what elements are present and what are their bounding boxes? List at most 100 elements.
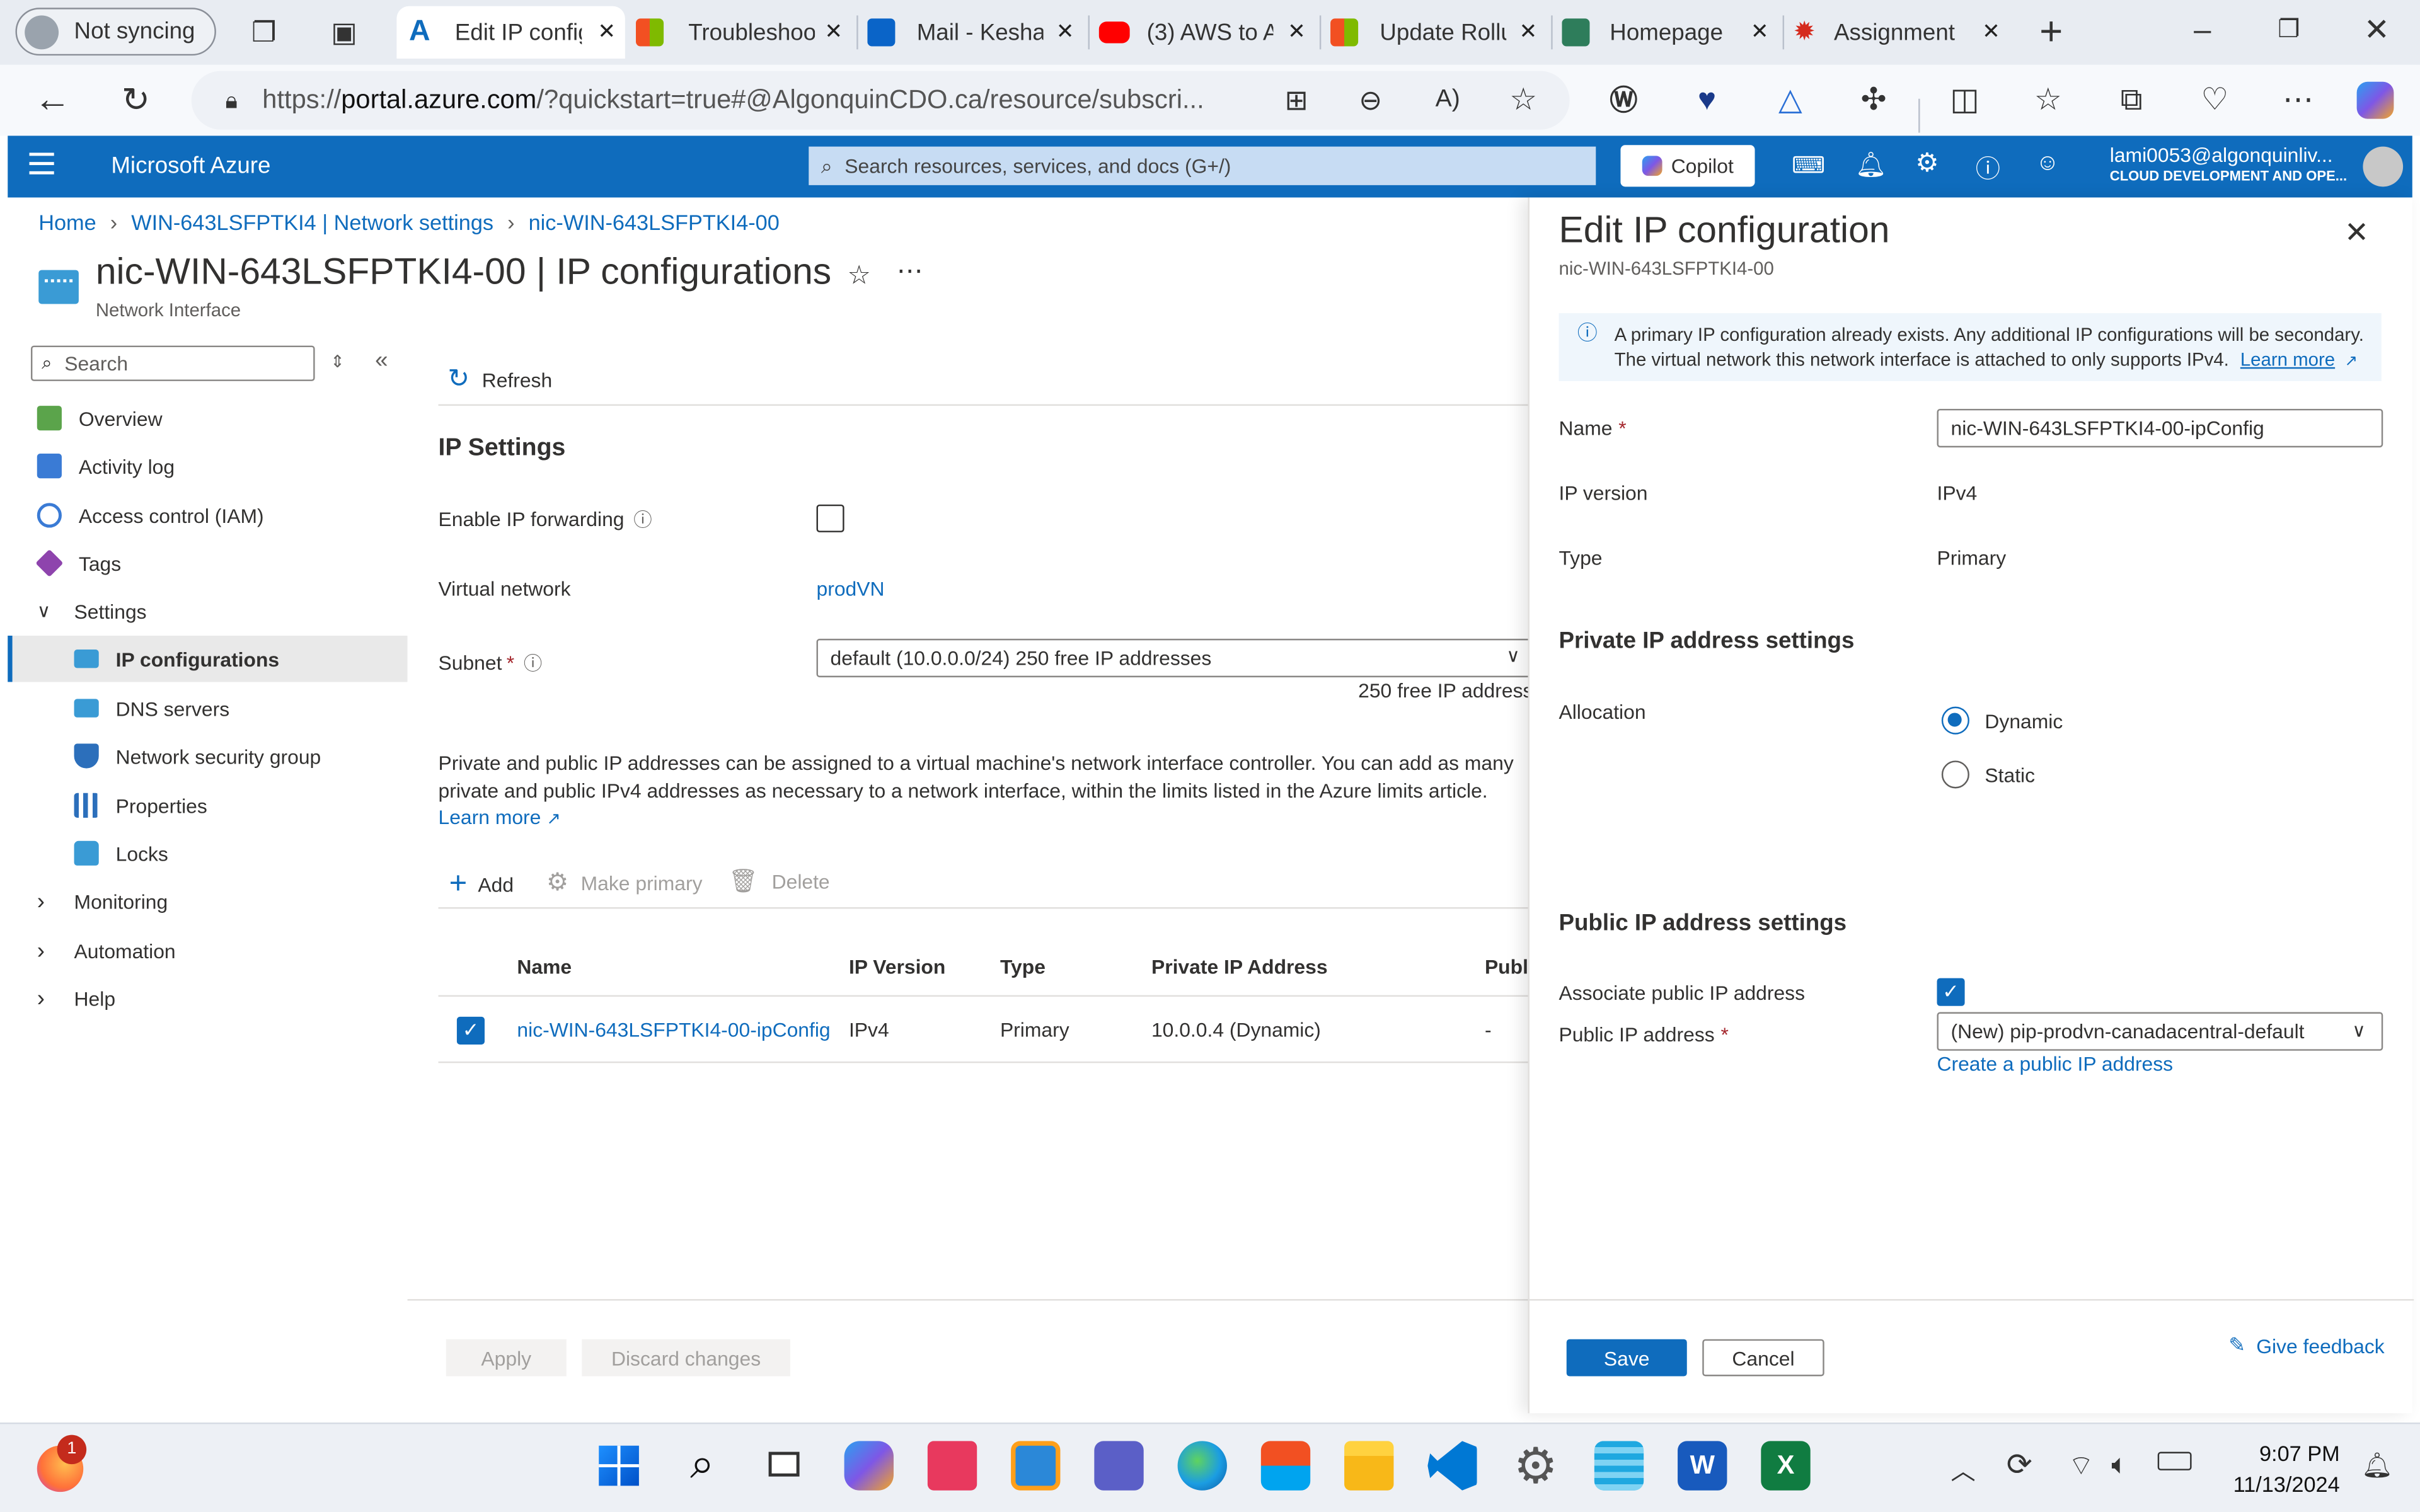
sidebar-item-nsg[interactable]: Network security group	[74, 735, 321, 778]
settings-gear-icon[interactable]: ⚙	[1915, 148, 1939, 179]
copilot-app-icon[interactable]	[844, 1441, 894, 1491]
breadcrumb-home[interactable]: Home	[38, 210, 96, 234]
column-header-name[interactable]: Name	[517, 955, 572, 978]
back-icon[interactable]: ←	[28, 76, 77, 125]
word-icon[interactable]: W	[1678, 1441, 1727, 1491]
create-public-ip-link[interactable]: Create a public IP address	[1937, 1052, 2173, 1075]
zoom-icon[interactable]: ⊖	[1346, 76, 1395, 125]
allocation-static-option[interactable]: Static	[1941, 760, 2035, 789]
subnet-dropdown[interactable]: default (10.0.0.0/24) 250 free IP addres…	[816, 638, 1542, 678]
sidebar-item-activity-log[interactable]: Activity log	[37, 444, 175, 488]
sidebar-item-tags[interactable]: Tags	[35, 542, 121, 585]
row-checkbox[interactable]: ✓	[456, 1016, 485, 1045]
sidebar-group-help[interactable]: › Help	[37, 976, 115, 1020]
learn-more-link[interactable]: Learn more ↗	[439, 805, 561, 828]
hamburger-menu-icon[interactable]	[29, 152, 54, 175]
teams-icon[interactable]	[1094, 1441, 1144, 1491]
give-feedback-link[interactable]: ✎ Give feedback	[2228, 1333, 2384, 1358]
close-window-icon[interactable]: ✕	[2352, 6, 2401, 55]
static-radio[interactable]	[1941, 760, 1969, 789]
favorites-icon[interactable]: ☆	[2024, 76, 2073, 125]
associate-public-ip-checkbox[interactable]: ✓	[1937, 978, 1965, 1006]
discard-button[interactable]: Discard changes	[582, 1339, 790, 1377]
close-tab-icon[interactable]: ✕	[1056, 18, 1075, 45]
more-icon[interactable]: ⋯	[2273, 76, 2322, 125]
settings-icon[interactable]: ⚙	[1511, 1441, 1560, 1490]
notepad-icon[interactable]	[1594, 1441, 1644, 1491]
collections-icon[interactable]: ⧉	[2107, 76, 2156, 125]
restore-icon[interactable]: ❐	[2264, 6, 2313, 55]
brand-label[interactable]: Microsoft Azure	[111, 152, 270, 179]
learn-more-link[interactable]: Learn more	[2240, 348, 2335, 370]
info-icon[interactable]: ⓘ	[524, 650, 542, 676]
public-ip-dropdown[interactable]: (New) pip-prodvn-canadacentral-default ∨	[1937, 1012, 2383, 1051]
collapse-sidebar-icon[interactable]: «	[375, 347, 388, 374]
chevron-up-icon[interactable]: ︿	[1951, 1450, 1976, 1487]
account-info[interactable]: lami0053@algonquinliv... CLOUD DEVELOPME…	[2110, 144, 2357, 184]
copilot-button[interactable]: Copilot	[1620, 145, 1755, 187]
table-row[interactable]: ✓ nic-WIN-643LSFPTKI4-00-ipConfig IPv4 P…	[438, 999, 1528, 1063]
workspaces-icon[interactable]: ❐	[239, 8, 289, 57]
edge-icon[interactable]	[1177, 1441, 1227, 1491]
app-orange-icon[interactable]	[1011, 1441, 1061, 1491]
favorite-star-icon[interactable]: ☆	[848, 261, 871, 292]
sidebar-item-ip-configurations[interactable]: IP configurations	[74, 637, 279, 680]
browser-essentials-icon[interactable]: ♡	[2190, 76, 2239, 125]
sidebar-item-locks[interactable]: Locks	[74, 832, 168, 875]
tab-mail[interactable]: Mail - Keshav ✕	[867, 6, 1083, 59]
expand-collapse-icon[interactable]: ⇕	[330, 352, 345, 372]
feedback-icon[interactable]: ☺	[2036, 150, 2060, 176]
file-explorer-icon[interactable]	[1344, 1441, 1394, 1491]
tab-actions-icon[interactable]: ▣	[320, 8, 369, 57]
sidebar-group-monitoring[interactable]: › Monitoring	[37, 879, 168, 923]
read-aloud-icon[interactable]: A)	[1423, 76, 1472, 125]
ip-forwarding-checkbox[interactable]	[816, 504, 844, 532]
extension-heart-icon[interactable]: ♥	[1682, 76, 1731, 125]
task-view-icon[interactable]	[761, 1441, 810, 1490]
vnet-link[interactable]: prodVN	[817, 577, 885, 600]
dynamic-radio[interactable]	[1941, 706, 1969, 735]
sidebar-item-properties[interactable]: Properties	[74, 784, 207, 827]
tab-assignment[interactable]: ✹ Assignment ✕	[1794, 6, 2010, 59]
close-tab-icon[interactable]: ✕	[824, 18, 843, 45]
minimize-icon[interactable]: –	[2178, 6, 2227, 55]
sidebar-group-automation[interactable]: › Automation	[37, 929, 176, 972]
sidebar-search-input[interactable]: ⌕ Search	[30, 345, 315, 381]
battery-icon[interactable]	[2157, 1452, 2192, 1470]
help-icon[interactable]: ⓘ	[1976, 148, 2000, 185]
column-header-private-ip[interactable]: Private IP Address	[1151, 955, 1328, 978]
sidebar-item-access-control[interactable]: Access control (IAM)	[37, 494, 264, 537]
apply-button[interactable]: Apply	[446, 1339, 567, 1377]
row-name-link[interactable]: nic-WIN-643LSFPTKI4-00-ipConfig	[517, 1018, 830, 1041]
column-header-type[interactable]: Type	[1000, 955, 1046, 978]
store-icon[interactable]	[1260, 1441, 1311, 1491]
extension-triangle-icon[interactable]: △	[1766, 76, 1815, 125]
sync-icon[interactable]: ⟳	[2007, 1446, 2032, 1484]
favorite-star-icon[interactable]: ☆	[1499, 76, 1548, 125]
excel-icon[interactable]: X	[1761, 1441, 1811, 1491]
profile-button[interactable]: Not syncing	[15, 8, 216, 56]
tab-edit-ip-configuration[interactable]: A Edit IP configuration ✕	[396, 6, 625, 59]
app-available-icon[interactable]: ⊞	[1272, 76, 1321, 125]
add-button[interactable]: + Add	[449, 867, 514, 902]
close-tab-icon[interactable]: ✕	[1288, 18, 1306, 45]
refresh-button[interactable]: ↻ Refresh	[447, 364, 552, 395]
close-tab-icon[interactable]: ✕	[1751, 18, 1769, 45]
snipping-tool-icon[interactable]	[927, 1441, 977, 1491]
split-screen-icon[interactable]: ◫	[1940, 76, 1989, 125]
column-header-public-ip[interactable]: Publi	[1485, 955, 1528, 978]
notification-center-icon[interactable]: 🔔︎	[2361, 1450, 2393, 1481]
extension-w-icon[interactable]: Ⓦ	[1599, 76, 1648, 125]
sidebar-item-overview[interactable]: Overview	[37, 396, 163, 440]
tab-youtube[interactable]: (3) AWS to Azure ✕	[1098, 6, 1315, 59]
user-avatar[interactable]	[2363, 146, 2404, 187]
cloud-shell-icon[interactable]: ⌨	[1792, 151, 1825, 179]
reload-icon[interactable]: ↻	[111, 76, 160, 125]
notifications-icon[interactable]: 🔔︎	[1855, 150, 1887, 181]
close-tab-icon[interactable]: ✕	[1519, 18, 1537, 45]
extensions-icon[interactable]: ✣	[1849, 76, 1898, 125]
clock[interactable]: 9:07 PM 11/13/2024	[2216, 1438, 2340, 1499]
allocation-dynamic-option[interactable]: Dynamic	[1941, 706, 2063, 735]
close-tab-icon[interactable]: ✕	[597, 18, 616, 45]
search-icon[interactable]: ⌕	[677, 1440, 727, 1490]
